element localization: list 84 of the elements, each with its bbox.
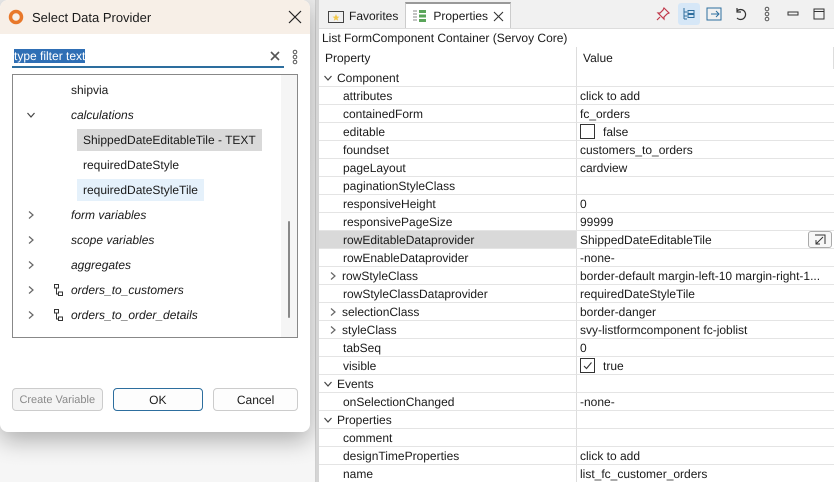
property-name[interactable]: paginationStyleClass [343, 178, 456, 192]
tab[interactable]: Properties [405, 2, 512, 28]
dialog-button[interactable]: OK [112, 388, 204, 411]
pin-icon[interactable] [655, 6, 671, 22]
property-name[interactable]: containedForm [343, 106, 424, 120]
tree-item[interactable]: orders_to_customers [65, 278, 190, 300]
property-name[interactable]: name [343, 466, 374, 480]
chevron-right-icon[interactable] [26, 234, 36, 244]
property-name[interactable]: editable [343, 124, 386, 138]
tree-item[interactable]: scope variables [65, 228, 160, 250]
column-header[interactable]: Value [577, 47, 834, 69]
property-value[interactable]: click to add [580, 448, 640, 462]
property-name[interactable]: rowStyleClassDataprovider [343, 286, 488, 300]
panel-title: List FormComponent Container (Servoy Core) [321, 30, 568, 47]
section-row[interactable]: Events [319, 375, 577, 393]
link-icon[interactable] [706, 6, 724, 22]
property-name[interactable]: foundset [343, 142, 390, 156]
chevron-right-icon[interactable] [26, 260, 36, 270]
app-logo-icon [8, 9, 24, 25]
property-value[interactable]: svy-listformcomponent fc-joblist [580, 322, 748, 336]
section-row[interactable]: Component [319, 69, 577, 87]
property-value[interactable]: 0 [580, 196, 587, 210]
tab[interactable]: Favorites [321, 3, 406, 28]
dialog-button[interactable]: Cancel [213, 388, 298, 411]
relation-icon [54, 308, 62, 320]
property-name[interactable]: responsiveHeight [343, 196, 436, 210]
property-name[interactable]: comment [343, 430, 392, 444]
tree-item[interactable]: aggregates [65, 254, 138, 276]
property-name[interactable]: responsivePageSize [343, 214, 452, 228]
property-value[interactable]: 0 [580, 340, 587, 354]
tree-item[interactable]: shipvia [65, 78, 114, 100]
checkbox[interactable] [580, 358, 595, 373]
property-value[interactable]: -none- [580, 394, 615, 408]
tree-item[interactable]: orders_to_order_details [65, 304, 204, 326]
property-name[interactable]: rowStyleClass [342, 268, 418, 282]
relation-icon [54, 284, 62, 296]
property-value[interactable]: border-danger [580, 304, 656, 318]
tree-item[interactable]: requiredDateStyle [77, 154, 186, 176]
clear-icon[interactable] [270, 51, 280, 61]
window-title: Select Data Provider [32, 10, 152, 24]
property-value[interactable]: click to add [580, 88, 640, 102]
scrollbar-thumb[interactable] [288, 221, 290, 318]
picker-button[interactable] [808, 231, 832, 248]
property-name[interactable]: styleClass [342, 322, 397, 336]
property-value[interactable]: 99999 [580, 214, 614, 228]
close-icon[interactable] [493, 10, 504, 22]
property-value[interactable]: ShippedDateEditableTile [580, 232, 712, 246]
property-name[interactable]: onSelectionChanged [343, 394, 454, 408]
property-name[interactable]: visible [343, 358, 376, 372]
property-value[interactable]: fc_orders [580, 106, 630, 120]
property-value[interactable]: list_fc_customer_orders [580, 466, 708, 480]
property-name[interactable]: attributes [343, 88, 392, 102]
maximize-icon[interactable] [813, 8, 825, 20]
property-value[interactable]: border-default margin-left-10 margin-right-1... [580, 268, 820, 282]
properties-icon [412, 9, 428, 23]
expand-icon[interactable] [328, 270, 338, 280]
property-value[interactable]: customers_to_orders [580, 142, 693, 156]
property-value[interactable]: requiredDateStyleTile [580, 286, 695, 300]
checkbox[interactable] [580, 124, 595, 139]
property-name[interactable]: tabSeq [343, 340, 382, 354]
chevron-right-icon[interactable] [26, 210, 36, 220]
more-icon[interactable] [764, 6, 770, 22]
column-header[interactable]: Property [319, 47, 577, 69]
tree-icon[interactable] [681, 6, 697, 22]
property-value[interactable]: -none- [580, 250, 615, 264]
more-icon[interactable] [292, 49, 298, 65]
property-name[interactable]: selectionClass [342, 304, 420, 318]
property-name[interactable]: rowEnableDataprovider [343, 250, 468, 264]
close-icon[interactable] [288, 10, 302, 24]
arrow-icon [814, 234, 826, 245]
tree-item[interactable]: requiredDateStyleTile [77, 178, 204, 200]
property-value[interactable]: cardview [580, 160, 628, 174]
property-value: true [603, 358, 624, 372]
chevron-right-icon[interactable] [26, 284, 36, 294]
chevron-right-icon[interactable] [26, 310, 36, 320]
property-value: false [603, 124, 628, 138]
check-icon [582, 360, 593, 371]
tree-item[interactable]: calculations [65, 104, 140, 126]
property-name[interactable]: designTimeProperties [343, 448, 460, 462]
tree-item[interactable]: ShippedDateEditableTile - TEXT [77, 128, 262, 150]
property-name[interactable]: pageLayout [343, 160, 406, 174]
tree-item[interactable]: form variables [65, 204, 152, 226]
filter-field[interactable]: type filter text [12, 46, 284, 68]
section-row[interactable]: Properties [319, 411, 577, 429]
